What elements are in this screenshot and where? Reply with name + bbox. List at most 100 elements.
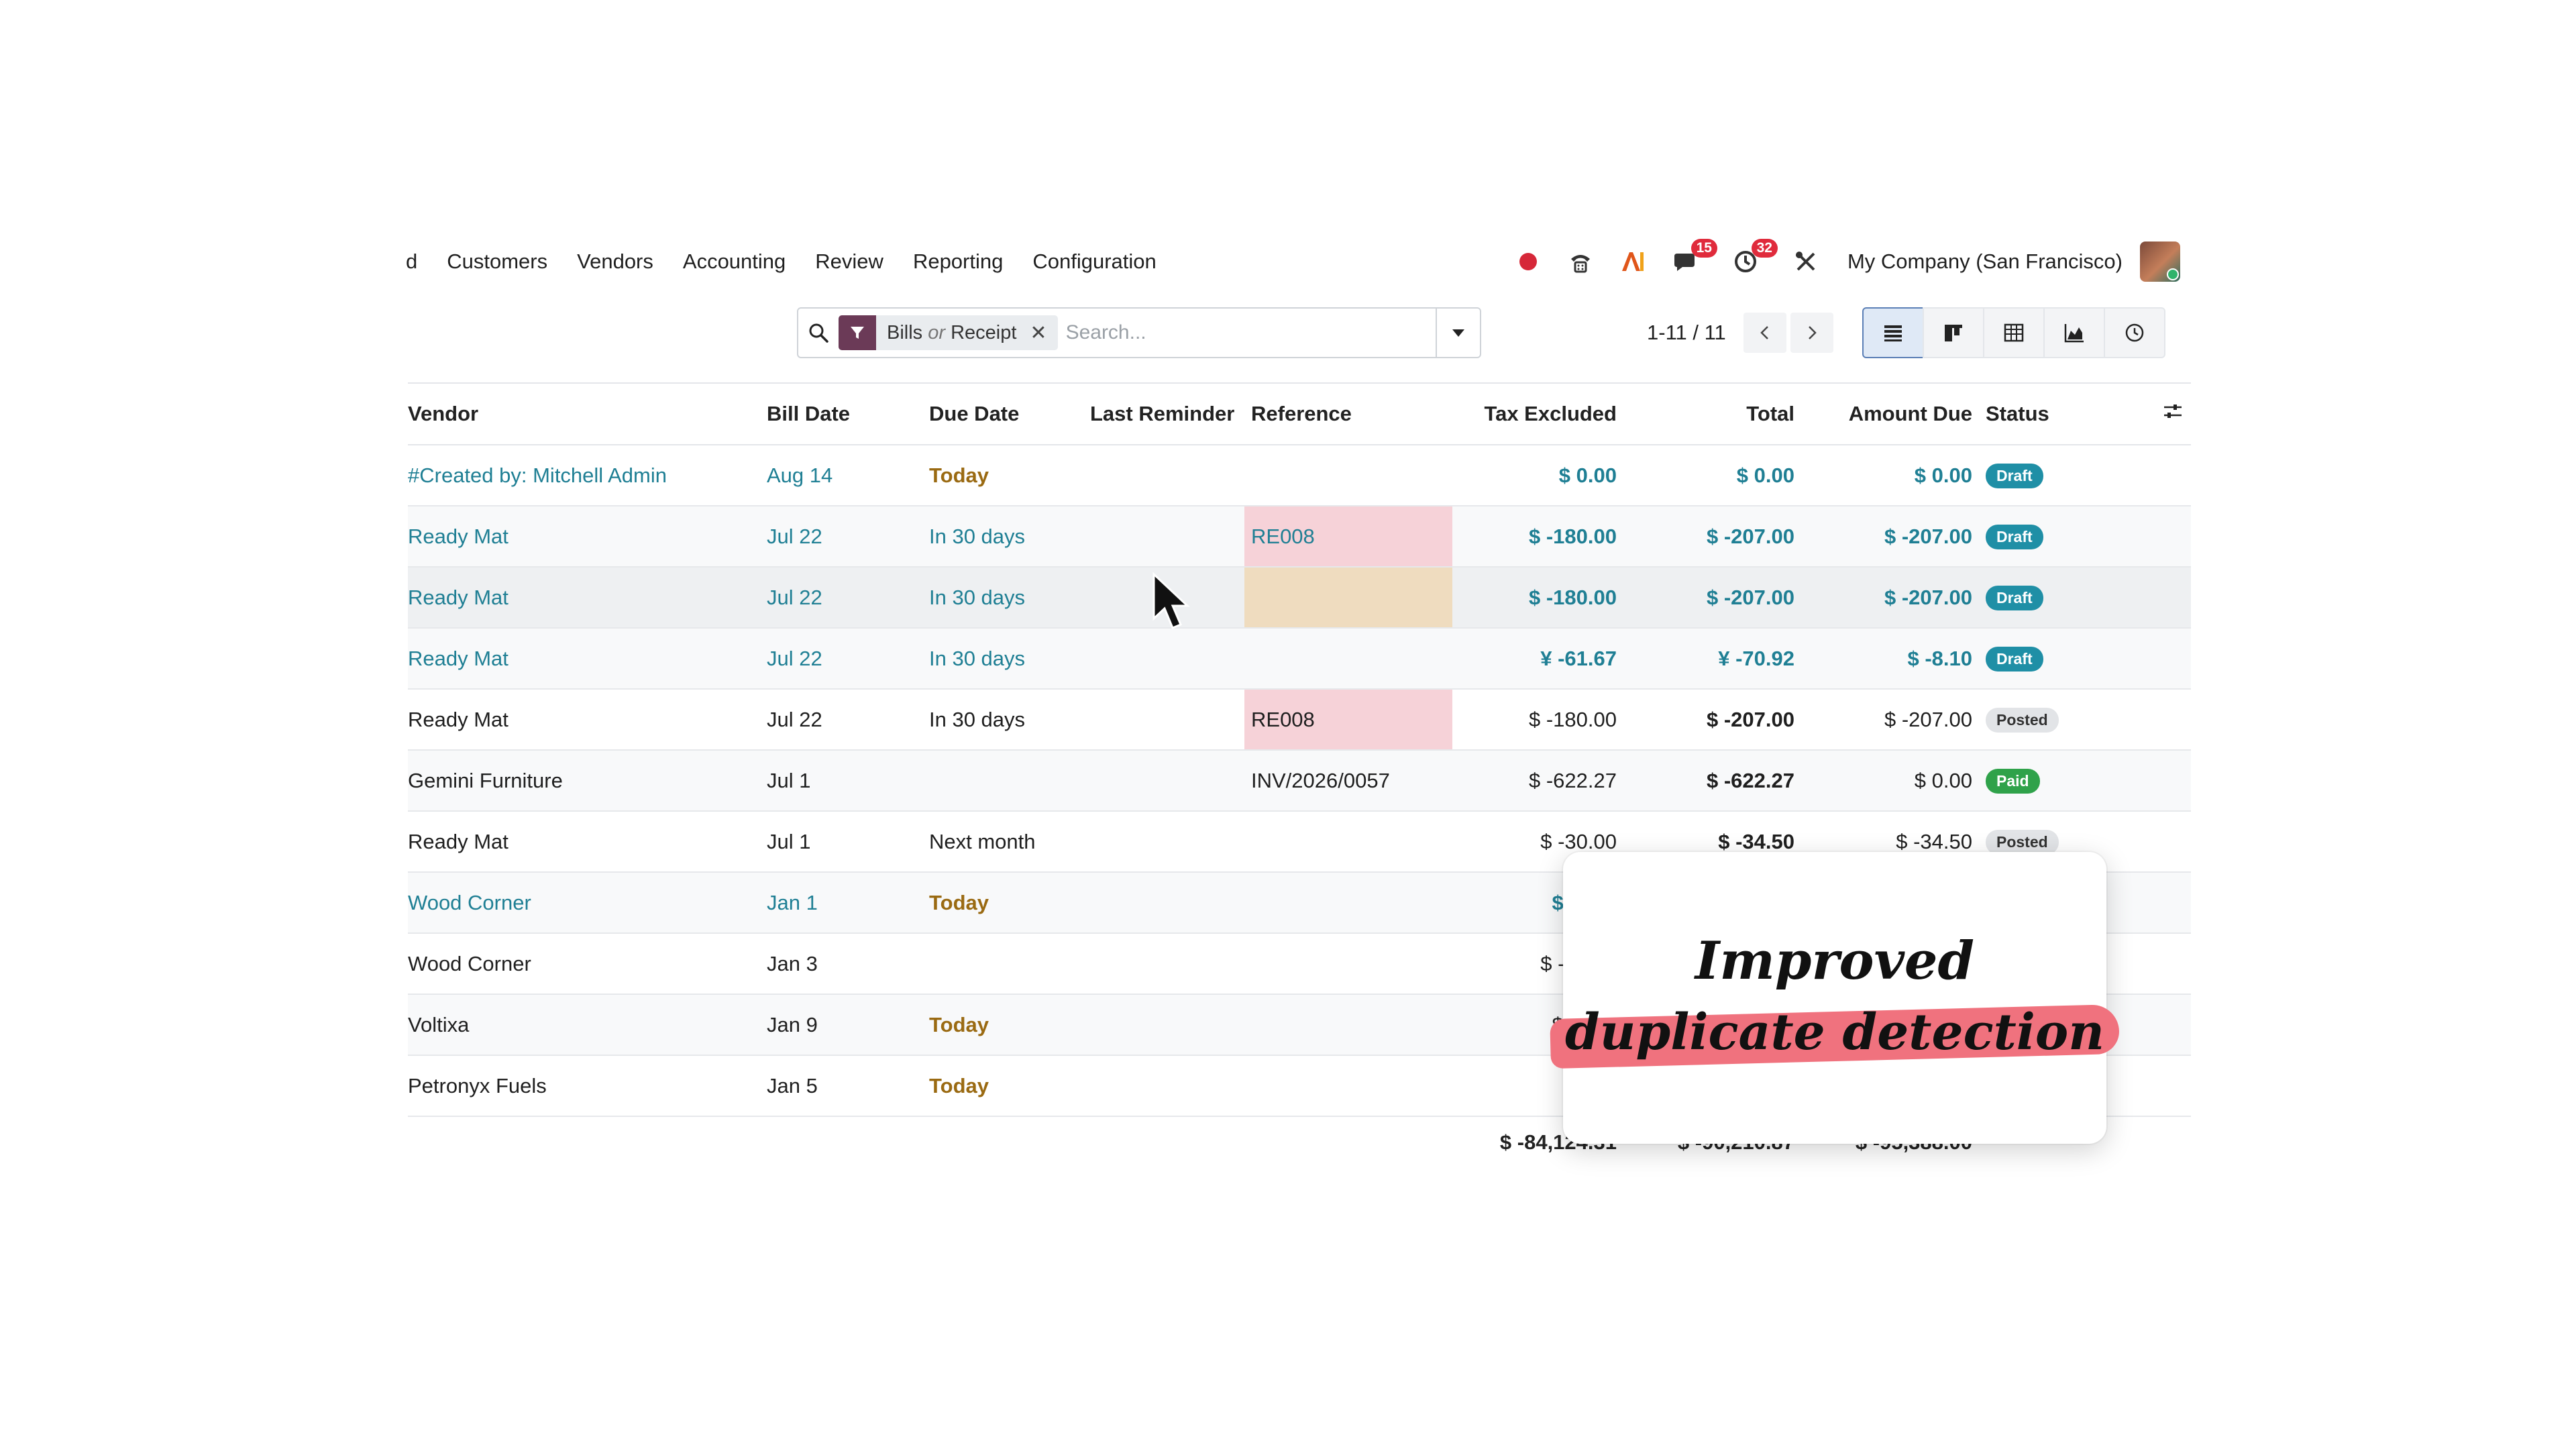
messages-badge: 15 — [1690, 239, 1717, 258]
list-view-button[interactable] — [1862, 307, 1924, 358]
pager-value[interactable]: 1-11 / 11 — [1647, 321, 1726, 345]
search-icon[interactable] — [798, 321, 839, 344]
activities-icon[interactable]: 32 — [1731, 239, 1778, 276]
user-avatar[interactable] — [2140, 241, 2180, 282]
cell-reference-missing — [1244, 567, 1452, 629]
cell-vendor: Gemini Furniture — [408, 750, 760, 812]
menu-item-partial[interactable]: d — [406, 250, 417, 274]
activity-view-button[interactable] — [2104, 307, 2165, 358]
header-vendor[interactable]: Vendor — [408, 382, 760, 445]
cell-vendor: Petronyx Fuels — [408, 1055, 760, 1117]
cell-empty — [2097, 933, 2191, 995]
cell-last-reminder — [1083, 506, 1244, 568]
cell-vendor: Wood Corner — [408, 933, 760, 995]
cell-due-date: Today — [922, 445, 1083, 506]
header-amount-due[interactable]: Amount Due — [1801, 382, 1979, 445]
cell-last-reminder — [1083, 811, 1244, 873]
facet-value-bills: Bills — [887, 321, 923, 343]
status-badge: Draft — [1986, 464, 2043, 488]
cell-bill-date: Jul 1 — [760, 811, 922, 873]
table-row[interactable]: Ready Mat Jul 22 In 30 days ¥ -61.67 ¥ -… — [408, 628, 2191, 690]
tools-icon[interactable] — [1791, 247, 1821, 276]
callout-title: Improved — [1695, 930, 1975, 991]
cell-tax-excluded: $ -180.00 — [1452, 567, 1623, 629]
ai-icon[interactable] — [1618, 247, 1648, 276]
cell-reference — [1244, 872, 1452, 934]
table-row[interactable]: #Created by: Mitchell Admin Aug 14 Today… — [408, 445, 2191, 506]
mouse-cursor-icon — [1152, 572, 1190, 629]
cell-reference — [1244, 1055, 1452, 1117]
pager: 1-11 / 11 — [1647, 313, 1833, 353]
table-row[interactable]: Ready Mat Jul 22 In 30 days RE008 $ -180… — [408, 689, 2191, 751]
recording-icon[interactable] — [1513, 247, 1543, 276]
cell-vendor: Voltixa — [408, 994, 760, 1056]
cell-due-date: In 30 days — [922, 506, 1083, 568]
cell-amount-due: $ 0.00 — [1801, 445, 1979, 506]
table-row[interactable]: Ready Mat Jul 22 In 30 days $ -180.00 $ … — [408, 567, 2191, 629]
cell-due-date: In 30 days — [922, 628, 1083, 690]
pager-previous-button[interactable] — [1743, 313, 1786, 353]
column-settings-button[interactable] — [2097, 382, 2191, 445]
cell-empty — [2097, 445, 2191, 506]
table-row[interactable]: Gemini Furniture Jul 1 INV/2026/0057 $ -… — [408, 750, 2191, 812]
cell-status: Draft — [1979, 628, 2097, 690]
pager-next-button[interactable] — [1790, 313, 1833, 353]
cell-vendor: Ready Mat — [408, 506, 760, 568]
cell-total: $ -207.00 — [1623, 567, 1801, 629]
cell-reference — [1244, 933, 1452, 995]
cell-reference-duplicate: RE008 — [1244, 689, 1452, 751]
menu-item-configuration[interactable]: Configuration — [1032, 250, 1156, 274]
kanban-view-button[interactable] — [1923, 307, 1984, 358]
cell-bill-date: Jul 22 — [760, 506, 922, 568]
cell-total: $ -207.00 — [1623, 506, 1801, 568]
search-bar: Bills or Receipt ✕ — [797, 307, 1481, 358]
menu-item-customers[interactable]: Customers — [447, 250, 547, 274]
caret-down-icon — [1452, 329, 1464, 337]
header-total[interactable]: Total — [1623, 382, 1801, 445]
cell-reference — [1244, 445, 1452, 506]
company-switcher[interactable]: My Company (San Francisco) — [1847, 250, 2123, 274]
totals-spacer — [760, 1116, 922, 1177]
cell-last-reminder — [1083, 1055, 1244, 1117]
cell-bill-date: Jul 22 — [760, 567, 922, 629]
search-input[interactable] — [1065, 316, 1436, 350]
cell-empty — [2097, 689, 2191, 751]
facet-or: or — [928, 321, 946, 343]
table-row[interactable]: Ready Mat Jul 22 In 30 days RE008 $ -180… — [408, 506, 2191, 568]
cell-bill-date: Jan 3 — [760, 933, 922, 995]
feature-callout-card: Improved duplicate detection — [1550, 852, 2120, 1144]
menu-item-vendors[interactable]: Vendors — [577, 250, 653, 274]
header-bill-date[interactable]: Bill Date — [760, 382, 922, 445]
header-status[interactable]: Status — [1979, 382, 2097, 445]
header-tax-excluded[interactable]: Tax Excluded — [1452, 382, 1623, 445]
callout-subtitle: duplicate detection — [1564, 1004, 2105, 1061]
cell-reference — [1244, 628, 1452, 690]
header-last-reminder[interactable]: Last Reminder — [1083, 382, 1244, 445]
cell-bill-date: Jan 1 — [760, 872, 922, 934]
cell-vendor: Ready Mat — [408, 811, 760, 873]
pivot-view-button[interactable] — [1983, 307, 2045, 358]
menu-item-accounting[interactable]: Accounting — [683, 250, 786, 274]
menu-item-reporting[interactable]: Reporting — [913, 250, 1003, 274]
header-due-date[interactable]: Due Date — [922, 382, 1083, 445]
graph-view-button[interactable] — [2043, 307, 2105, 358]
facet-remove-icon[interactable]: ✕ — [1026, 321, 1057, 345]
header-reference[interactable]: Reference — [1244, 382, 1452, 445]
cell-total: $ 0.00 — [1623, 445, 1801, 506]
cell-bill-date: Jul 22 — [760, 689, 922, 751]
cell-tax-excluded: $ -180.00 — [1452, 506, 1623, 568]
totals-spacer — [922, 1116, 1083, 1177]
messages-icon[interactable]: 15 — [1670, 239, 1717, 276]
cell-due-date: Today — [922, 994, 1083, 1056]
sliders-icon — [2164, 405, 2182, 418]
filter-icon — [839, 315, 876, 350]
cell-status: Draft — [1979, 445, 2097, 506]
cell-reference-duplicate: RE008 — [1244, 506, 1452, 568]
clock-icon — [2125, 323, 2144, 342]
search-options-toggle[interactable] — [1436, 307, 1480, 358]
cell-status: Paid — [1979, 750, 2097, 812]
totals-spacer — [2097, 1116, 2191, 1177]
phone-icon[interactable] — [1566, 247, 1595, 276]
cell-amount-due: $ 0.00 — [1801, 750, 1979, 812]
menu-item-review[interactable]: Review — [815, 250, 883, 274]
